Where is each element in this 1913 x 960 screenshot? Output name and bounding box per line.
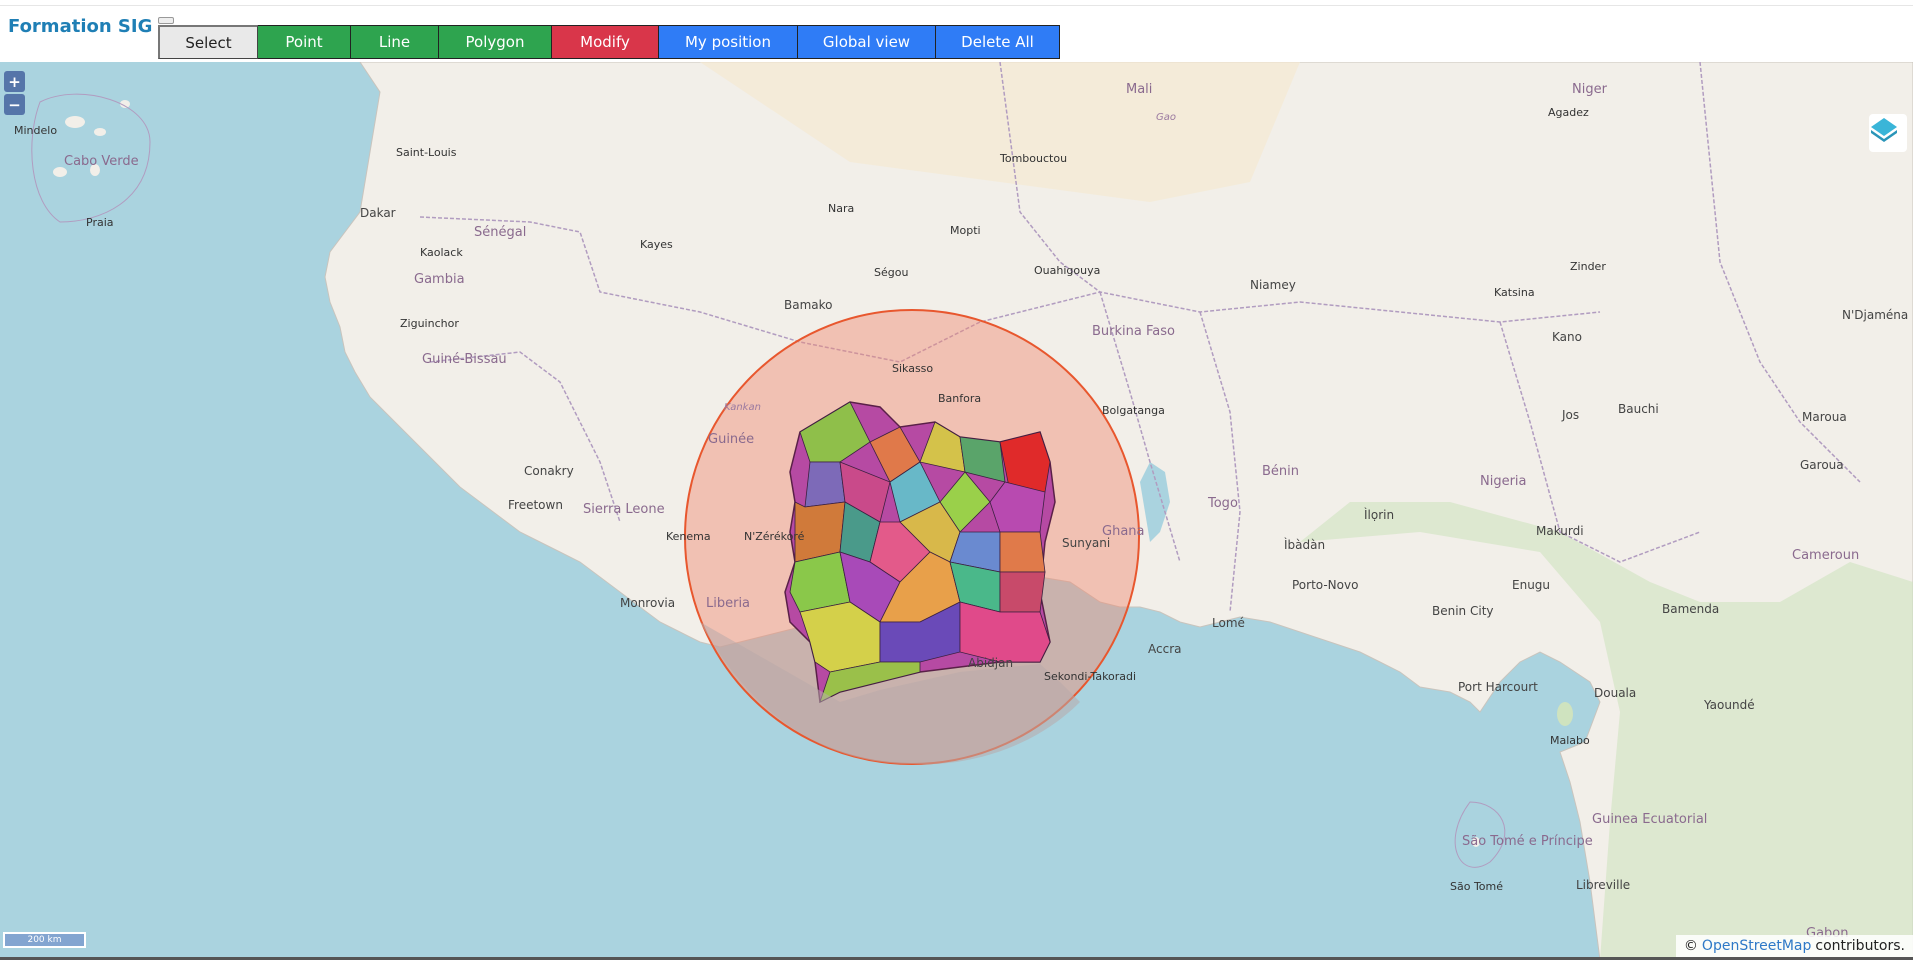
map-label-ibadan: Ìbàdàn (1284, 538, 1326, 552)
map-label-libreville: Libreville (1576, 878, 1631, 892)
map-label-ouahigouya: Ouahigouya (1034, 264, 1101, 277)
my-position-button[interactable]: My position (659, 25, 798, 59)
map-label-maroua: Maroua (1802, 410, 1847, 424)
map-label-ziguinchor: Ziguinchor (400, 317, 459, 330)
map-label-cameroun: Cameroun (1792, 548, 1860, 563)
map-label-ilorin: Ìlọrin (1364, 508, 1395, 522)
app-title: Formation SIG (8, 16, 153, 37)
map-label-burkina: Burkina Faso (1092, 324, 1175, 339)
zoom-in-button[interactable]: + (4, 71, 25, 92)
attribution-suffix: contributors. (1815, 938, 1905, 954)
map-label-liberia: Liberia (706, 596, 751, 611)
map-label-bolgatanga: Bolgatanga (1102, 404, 1165, 417)
map-label-nara: Nara (828, 202, 855, 215)
global-view-button[interactable]: Global view (798, 25, 936, 59)
map-label-kenema: Kenema (666, 530, 711, 543)
map-label-praia: Praia (86, 216, 114, 229)
map-label-bauchi: Bauchi (1618, 402, 1659, 416)
line-button[interactable]: Line (351, 25, 439, 59)
attribution-prefix: © (1683, 938, 1698, 954)
map-label-abidjan: Abidjan (968, 656, 1014, 670)
map-label-niamey: Niamey (1250, 278, 1296, 292)
map-label-makurdi: Makurdi (1536, 524, 1584, 538)
map-label-benin: Bénin (1262, 464, 1300, 479)
map-label-ndjamena: N'Djaména (1842, 308, 1909, 322)
openstreetmap-link[interactable]: OpenStreetMap (1702, 938, 1811, 954)
delete-all-button[interactable]: Delete All (936, 25, 1060, 59)
map-label-gao: Gao (1156, 112, 1176, 123)
map-label-togo: Togo (1208, 496, 1238, 511)
map-label-garoua: Garoua (1800, 458, 1844, 472)
map-label-nigeria: Nigeria (1480, 474, 1527, 489)
collapse-toggle[interactable] (158, 17, 174, 24)
map-label-banfora: Banfora (938, 392, 982, 405)
map-label-freetown: Freetown (508, 498, 563, 512)
map-label-niger: Niger (1572, 82, 1607, 97)
scale-bar: 200 km (3, 932, 86, 948)
island (94, 128, 106, 136)
map-canvas[interactable]: Cabo Verde Mindelo Praia Dakar Saint-Lou… (0, 62, 1913, 960)
map-label-dakar: Dakar (360, 206, 396, 220)
map-label-malabo: Malabo (1550, 734, 1590, 747)
draw-toolbar: Select Point Line Polygon Modify My posi… (158, 25, 1060, 59)
map-label-kano: Kano (1552, 330, 1582, 344)
map-label-accra: Accra (1148, 642, 1182, 656)
map-label-kayes: Kayes (640, 238, 673, 251)
island (65, 116, 85, 128)
map-label-kankan: Kankan (724, 402, 761, 413)
map-label-guinea-ecuatorial: Guinea Ecuatorial (1592, 812, 1708, 827)
map-label-sikasso: Sikasso (892, 362, 934, 375)
map-label-monrovia: Monrovia (620, 596, 676, 610)
map-label-zinder: Zinder (1570, 260, 1606, 273)
map-label-sekondi: Sekondi-Takoradi (1044, 670, 1137, 683)
map-label-sierra-leone: Sierra Leone (583, 502, 665, 517)
modify-button[interactable]: Modify (552, 25, 659, 59)
map-label-agadez: Agadez (1548, 106, 1589, 119)
map-label-tombouctou: Tombouctou (1000, 152, 1068, 165)
map-label-sao-tome-city: São Tomé (1450, 880, 1504, 893)
map-label-enugu: Enugu (1512, 578, 1551, 592)
map-label-conakry: Conakry (524, 464, 574, 478)
map-label-kaolack: Kaolack (420, 246, 463, 259)
map-attribution: © OpenStreetMap contributors. (1675, 935, 1913, 957)
polygon-button[interactable]: Polygon (439, 25, 552, 59)
map-label-yaounde: Yaoundé (1704, 698, 1755, 712)
map-label-sao-tome: São Tomé e Príncipe (1462, 834, 1593, 849)
map-label-cabo-verde: Cabo Verde (64, 154, 139, 169)
map-label-guine-bissau: Guiné-Bissau (422, 352, 507, 367)
point-button[interactable]: Point (258, 25, 351, 59)
map-label-mindelo: Mindelo (14, 124, 58, 137)
map-label-mopti: Mopti (950, 224, 981, 237)
map-label-bamenda: Bamenda (1662, 602, 1720, 616)
map-label-ghana: Ghana (1102, 524, 1145, 539)
map-label-port-harcourt: Port Harcourt (1458, 680, 1538, 694)
map-label-katsina: Katsina (1494, 286, 1535, 299)
map-label-douala: Douala (1594, 686, 1637, 700)
zoom-out-button[interactable]: − (4, 94, 25, 115)
map-label-jos: Jos (1562, 408, 1580, 422)
map-label-bamako: Bamako (784, 298, 833, 312)
cote-divoire-polygons (784, 401, 1056, 704)
layers-icon (1871, 118, 1897, 142)
map-label-segou: Ségou (874, 266, 909, 279)
select-button[interactable]: Select (158, 25, 258, 59)
map-label-senegal: Sénégal (474, 225, 527, 240)
app-header: Formation SIG Select Point Line Polygon … (0, 0, 1913, 62)
map-label-gambia: Gambia (414, 272, 465, 287)
layer-switcher-button[interactable] (1869, 114, 1907, 152)
island (1557, 702, 1573, 726)
map-label-porto-novo: Porto-Novo (1292, 578, 1359, 592)
map-label-saint-louis: Saint-Louis (396, 146, 457, 159)
top-divider (0, 5, 1913, 6)
map-label-nzerekore: N'Zérékoré (744, 530, 805, 543)
map-label-lome: Lomé (1212, 616, 1245, 630)
map-label-mali: Mali (1126, 82, 1153, 97)
zoom-control: + − (4, 71, 25, 115)
map-label-guinee: Guinée (708, 432, 755, 447)
map-label-benin-city: Benin City (1432, 604, 1494, 618)
